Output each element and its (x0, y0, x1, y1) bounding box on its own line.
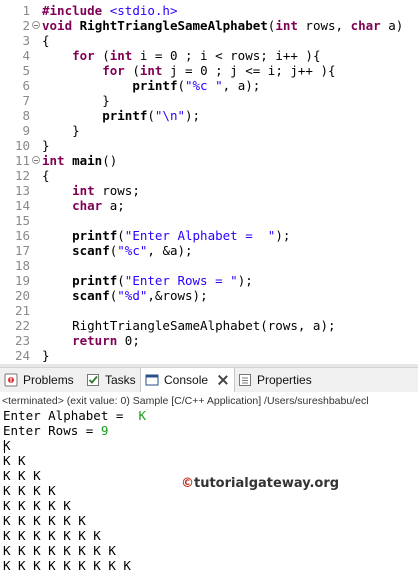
code-line-5: for (int j = 0 ; j <= i; j++ ){ (102, 63, 336, 78)
line-number-text: 17 (14, 243, 30, 258)
code-line-22: RightTriangleSameAlphabet(rows, a); (72, 318, 336, 333)
code-line-6: printf("%c ", a); (132, 78, 261, 93)
line-number: 19 (0, 273, 40, 288)
code-line-4: for (int i = 0 ; i < rows; i++ ){ (72, 48, 321, 63)
output-row: K K (3, 453, 26, 468)
view-tab-bar: Problems Tasks Console Properties (0, 367, 418, 393)
fold-toggle-icon[interactable] (32, 156, 40, 164)
fold-toggle-icon[interactable] (32, 21, 40, 29)
line-number: 17 (0, 243, 40, 258)
tab-problems[interactable]: Problems (4, 368, 74, 392)
line-number-text: 22 (14, 318, 30, 333)
tab-properties[interactable]: Properties (238, 368, 312, 392)
tab-console[interactable]: Console (140, 368, 236, 392)
line-number: 20 (0, 288, 40, 303)
watermark: ©tutorialgateway.org (181, 476, 340, 491)
properties-icon (238, 373, 252, 387)
line-number-text: 1 (22, 3, 30, 18)
line-number-text: 2 (22, 18, 30, 33)
line-number: 6 (0, 78, 40, 93)
code-editor[interactable]: 1 2 3 4 5 6 7 8 9 10 11 12 13 14 15 16 17 18 19 20 21 22 23 24 … (0, 0, 418, 364)
line-number: 21 (0, 303, 40, 318)
line-number: 3 (0, 33, 40, 48)
line-number: 18 (0, 258, 40, 273)
line-number-text: 11 (14, 153, 30, 168)
tab-tasks-label: Tasks (105, 373, 136, 387)
console-line-prompt-alphabet: Enter Alphabet = K (3, 408, 146, 423)
code-line-3: { (42, 33, 50, 48)
line-number-text: 18 (14, 258, 30, 273)
tasks-icon (86, 373, 100, 387)
console-icon (145, 373, 159, 387)
code-line-23: return 0; (72, 333, 140, 348)
line-number: 5 (0, 63, 40, 78)
code-line-1: #include <stdio.h> (42, 3, 178, 18)
code-line-11: int main() (42, 153, 118, 168)
code-line-13: int rows; (72, 183, 140, 198)
line-number-text: 19 (14, 273, 30, 288)
output-row: K K K K K K (3, 513, 86, 528)
code-line-20: scanf("%d",&rows); (72, 288, 208, 303)
code-line-9: } (72, 123, 80, 138)
code-line-17: scanf("%c", &a); (72, 243, 193, 258)
line-number-text: 7 (22, 93, 30, 108)
line-number-text: 23 (14, 333, 30, 348)
line-number: 22 (0, 318, 40, 333)
output-row: K K K K K K K K (3, 543, 116, 558)
tab-properties-label: Properties (257, 373, 312, 387)
line-number: 10 (0, 138, 40, 153)
line-number-text: 21 (14, 303, 30, 318)
code-line-10: } (42, 138, 50, 153)
line-number: 12 (0, 168, 40, 183)
line-number-text: 14 (14, 198, 30, 213)
line-number: 24 (0, 348, 40, 363)
output-row: K K K K K (3, 498, 71, 513)
line-number: 16 (0, 228, 40, 243)
line-number: 15 (0, 213, 40, 228)
line-number: 7 (0, 93, 40, 108)
line-number-text: 24 (14, 348, 30, 363)
line-number: 8 (0, 108, 40, 123)
line-number-text: 20 (14, 288, 30, 303)
line-number: 2 (0, 18, 40, 33)
code-line-12: { (42, 168, 50, 183)
line-number: 23 (0, 333, 40, 348)
code-line-16: printf("Enter Alphabet = "); (72, 228, 291, 243)
tab-problems-label: Problems (23, 373, 74, 387)
terminated-status: <terminated> (exit value: 0) Sample [C/C… (2, 395, 369, 407)
line-number-text: 9 (22, 123, 30, 138)
line-number-text: 3 (22, 33, 30, 48)
line-number: 11 (0, 153, 40, 168)
console-line-prompt-rows: Enter Rows = 9 (3, 423, 109, 438)
line-number-text: 6 (22, 78, 30, 93)
line-number: 14 (0, 198, 40, 213)
code-line-24: } (42, 348, 50, 363)
output-row: K K K K K K K (3, 528, 101, 543)
line-number-text: 13 (14, 183, 30, 198)
line-number-text: 15 (14, 213, 30, 228)
code-line-8: printf("\n"); (102, 108, 201, 123)
line-number-text: 12 (14, 168, 30, 183)
output-row: K (3, 438, 11, 453)
tab-tasks[interactable]: Tasks (86, 368, 136, 392)
line-number-text: 4 (22, 48, 30, 63)
tab-console-label: Console (164, 373, 209, 387)
line-number: 9 (0, 123, 40, 138)
line-number-text: 10 (14, 138, 30, 153)
line-number-text: 5 (22, 63, 30, 78)
output-row: K K K (3, 468, 41, 483)
output-row: K K K K K K K K K (3, 558, 131, 573)
line-number: 1 (0, 3, 40, 18)
line-number-text: 16 (14, 228, 30, 243)
line-number-text: 8 (22, 108, 30, 123)
line-number: 4 (0, 48, 40, 63)
problems-icon (4, 373, 18, 387)
code-line-2: void RightTriangleSameAlphabet(int rows,… (42, 18, 404, 33)
code-line-7: } (102, 93, 110, 108)
code-line-14: char a; (72, 198, 125, 213)
close-icon[interactable] (218, 375, 228, 385)
line-number: 13 (0, 183, 40, 198)
code-line-19: printf("Enter Rows = "); (72, 273, 253, 288)
output-row: K K K K (3, 483, 56, 498)
